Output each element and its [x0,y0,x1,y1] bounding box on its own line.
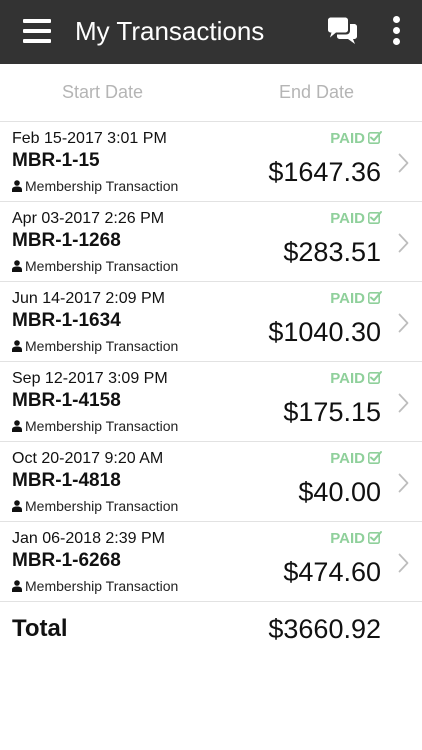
transaction-amount: $283.51 [283,237,381,267]
transaction-type-label: Membership Transaction [25,258,179,274]
transaction-row[interactable]: Apr 03-2017 2:26 PM MBR-1-1268 Membershi… [0,202,422,282]
ellipsis-dot [393,16,400,23]
status-label: PAID [330,530,365,547]
checkbox-check-icon [368,371,382,384]
menu-line [23,29,51,33]
hamburger-menu-icon[interactable] [23,18,51,44]
user-icon [12,340,22,352]
status-label: PAID [330,130,365,147]
start-date-field[interactable]: Start Date [62,80,143,104]
transaction-amount: $175.15 [283,397,381,427]
vertical-ellipsis-icon[interactable] [390,16,404,46]
transaction-type: Membership Transaction [12,177,178,195]
transaction-row[interactable]: Jan 06-2018 2:39 PM MBR-1-6268 Membershi… [0,522,422,602]
transaction-type: Membership Transaction [12,337,178,355]
user-icon [12,420,22,432]
transaction-id: MBR-1-4818 [12,470,121,491]
transaction-type: Membership Transaction [12,577,178,595]
total-row: Total $3660.92 [0,600,422,660]
status-badge: PAID [330,530,382,548]
transaction-date: Oct 20-2017 9:20 AM [12,450,164,467]
menu-line [23,19,51,23]
status-badge: PAID [330,370,382,388]
status-label: PAID [330,210,365,227]
transactions-list: Feb 15-2017 3:01 PM MBR-1-15 Membership … [0,122,422,602]
chat-bubbles-icon[interactable] [325,17,359,47]
status-badge: PAID [330,130,382,148]
user-icon [12,180,22,192]
total-amount: $3660.92 [268,614,381,644]
status-badge: PAID [330,210,382,228]
transaction-date: Jun 14-2017 2:09 PM [12,290,165,307]
transaction-type-label: Membership Transaction [25,338,179,354]
transaction-amount: $1040.30 [268,317,381,347]
end-date-field[interactable]: End Date [279,80,354,104]
page-title: My Transactions [75,16,265,46]
checkbox-check-icon [368,291,382,304]
transaction-id: MBR-1-4158 [12,390,121,411]
ellipsis-dot [393,38,400,45]
transaction-type-label: Membership Transaction [25,578,179,594]
transaction-id: MBR-1-1634 [12,310,121,331]
checkbox-check-icon [368,131,382,144]
transaction-type-label: Membership Transaction [25,418,179,434]
transaction-id: MBR-1-6268 [12,550,121,571]
checkbox-check-icon [368,211,382,224]
status-badge: PAID [330,290,382,308]
transaction-date: Apr 03-2017 2:26 PM [12,210,165,227]
transaction-row[interactable]: Feb 15-2017 3:01 PM MBR-1-15 Membership … [0,122,422,202]
transaction-date: Jan 06-2018 2:39 PM [12,530,165,547]
transaction-id: MBR-1-15 [12,150,100,171]
chevron-right-icon[interactable] [398,393,409,413]
status-badge: PAID [330,450,382,468]
chevron-right-icon[interactable] [398,473,409,493]
checkbox-check-icon [368,531,382,544]
transaction-type: Membership Transaction [12,417,178,435]
header-bar: My Transactions [0,0,422,64]
transaction-type: Membership Transaction [12,497,178,515]
total-label: Total [12,615,68,642]
chevron-right-icon[interactable] [398,153,409,173]
date-filter-row: Start Date End Date [0,64,422,122]
user-icon [12,260,22,272]
user-icon [12,580,22,592]
app-root: My Transactions Start Date End Date Feb … [0,0,422,750]
transaction-row[interactable]: Sep 12-2017 3:09 PM MBR-1-4158 Membershi… [0,362,422,442]
transaction-date: Sep 12-2017 3:09 PM [12,370,168,387]
chevron-right-icon[interactable] [398,553,409,573]
transaction-row[interactable]: Oct 20-2017 9:20 AM MBR-1-4818 Membershi… [0,442,422,522]
transaction-type: Membership Transaction [12,257,178,275]
ellipsis-dot [393,27,400,34]
chevron-right-icon[interactable] [398,313,409,333]
chevron-right-icon[interactable] [398,233,409,253]
status-label: PAID [330,450,365,467]
transaction-amount: $40.00 [298,477,381,507]
checkbox-check-icon [368,451,382,464]
transaction-type-label: Membership Transaction [25,178,179,194]
transaction-date: Feb 15-2017 3:01 PM [12,130,167,147]
transaction-type-label: Membership Transaction [25,498,179,514]
transaction-id: MBR-1-1268 [12,230,121,251]
transaction-amount: $1647.36 [268,157,381,187]
menu-line [23,39,51,43]
transaction-amount: $474.60 [283,557,381,587]
user-icon [12,500,22,512]
transaction-row[interactable]: Jun 14-2017 2:09 PM MBR-1-1634 Membershi… [0,282,422,362]
status-label: PAID [330,370,365,387]
status-label: PAID [330,290,365,307]
